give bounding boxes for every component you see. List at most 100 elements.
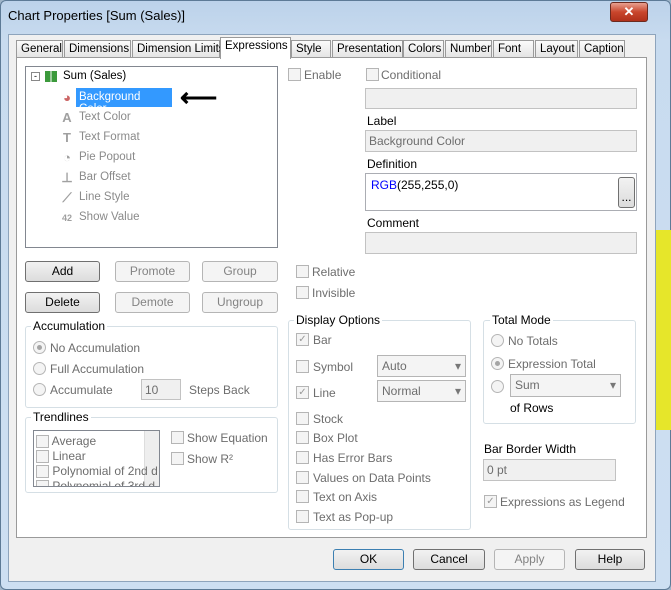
definition-caption: Definition	[367, 157, 418, 171]
stock-checkbox[interactable]	[296, 412, 309, 425]
tab-style[interactable]: Style	[291, 40, 331, 58]
no-totals-label: No Totals	[508, 334, 558, 348]
label-input[interactable]: Background Color	[365, 130, 637, 152]
invisible-checkbox[interactable]	[296, 286, 309, 299]
text-color-icon: A	[62, 110, 72, 125]
relative-checkbox[interactable]	[296, 265, 309, 278]
background-chart-strip	[655, 230, 671, 430]
show-r2-checkbox[interactable]	[171, 452, 184, 465]
tab-general[interactable]: General	[16, 40, 63, 58]
expressions-as-legend-checkbox[interactable]: ✓	[484, 495, 497, 508]
accumulate-radio[interactable]	[33, 383, 46, 396]
tree-item-line-style[interactable]: Line Style	[79, 191, 130, 203]
tab-number[interactable]: Number	[445, 40, 492, 58]
tree-item-background-color[interactable]: Background Color	[76, 88, 172, 115]
demote-button[interactable]: Demote	[115, 292, 190, 313]
total-mode-group	[483, 320, 636, 424]
linear-checkbox[interactable]	[36, 450, 49, 464]
line-style-select[interactable]: Normal	[377, 380, 466, 402]
delete-button[interactable]: Delete	[25, 292, 100, 313]
help-button[interactable]: Help	[575, 549, 645, 570]
trendline-poly2: Polynomial of 2nd d	[52, 464, 158, 478]
text-as-popup-label: Text as Pop-up	[313, 510, 394, 524]
bar-offset-icon: ⊥	[61, 170, 73, 185]
conditional-checkbox[interactable]	[366, 68, 379, 81]
no-accumulation-radio[interactable]	[33, 341, 46, 354]
tree-item-bar-offset[interactable]: Bar Offset	[79, 171, 131, 183]
ungroup-button[interactable]: Ungroup	[202, 292, 278, 313]
tab-caption[interactable]: Caption	[579, 40, 625, 58]
text-on-axis-checkbox[interactable]	[296, 490, 309, 503]
tree-item-text-color[interactable]: Text Color	[79, 111, 131, 123]
tab-font[interactable]: Font	[493, 40, 534, 58]
symbol-select[interactable]: Auto	[377, 355, 466, 377]
comment-input[interactable]	[365, 232, 637, 254]
enable-label: Enable	[304, 68, 342, 82]
stock-label: Stock	[313, 412, 344, 426]
box-plot-checkbox[interactable]	[296, 431, 309, 444]
poly3-checkbox[interactable]	[36, 480, 49, 486]
show-r2-label: Show R²	[187, 452, 234, 466]
cancel-button[interactable]: Cancel	[413, 549, 485, 570]
show-value-icon: 42	[61, 213, 72, 223]
error-bars-checkbox[interactable]	[296, 451, 309, 464]
group-button[interactable]: Group	[202, 261, 278, 282]
bar-checkbox[interactable]: ✓	[296, 333, 309, 346]
conditional-label: Conditional	[381, 68, 442, 82]
of-rows-label: of Rows	[510, 401, 554, 415]
accumulate-label: Accumulate	[50, 383, 113, 397]
box-plot-label: Box Plot	[313, 431, 358, 445]
relative-label: Relative	[312, 265, 356, 279]
show-equation-label: Show Equation	[187, 431, 268, 445]
tree-item-show-value[interactable]: Show Value	[79, 211, 140, 223]
steps-back-label: Steps Back	[189, 383, 250, 397]
bar-border-width-caption: Bar Border Width	[484, 442, 577, 456]
tree-item-text-format[interactable]: Text Format	[79, 131, 140, 143]
enable-checkbox[interactable]	[288, 68, 301, 81]
steps-back-spinner[interactable]: 10	[141, 379, 181, 400]
line-style-icon: ⟋	[62, 190, 72, 205]
average-checkbox[interactable]	[36, 435, 49, 449]
bar-label: Bar	[313, 333, 332, 347]
tree-root[interactable]: Sum (Sales)	[63, 70, 126, 82]
show-equation-checkbox[interactable]	[171, 431, 184, 444]
text-format-icon: T	[63, 130, 71, 145]
tab-dimension-limits[interactable]: Dimension Limits	[132, 40, 225, 58]
ok-button[interactable]: OK	[333, 549, 404, 570]
close-button[interactable]: ✕	[610, 2, 648, 22]
poly2-checkbox[interactable]	[36, 465, 49, 479]
no-totals-radio[interactable]	[491, 334, 504, 347]
symbol-checkbox[interactable]	[296, 360, 309, 373]
total-function-select[interactable]: Sum	[510, 374, 621, 397]
trendlines-list[interactable]: Average Linear Polynomial of 2nd d Polyn…	[33, 430, 160, 487]
expression-total-radio[interactable]	[491, 357, 504, 370]
collapse-icon[interactable]: -	[31, 72, 40, 81]
tree-item-pie-popout[interactable]: Pie Popout	[79, 151, 135, 163]
values-on-data-points-label: Values on Data Points	[313, 471, 431, 485]
chart-expression-icon	[45, 71, 57, 82]
full-accumulation-radio[interactable]	[33, 362, 46, 375]
apply-button[interactable]: Apply	[494, 549, 565, 570]
condition-input[interactable]	[365, 88, 637, 109]
pie-icon: ◔	[63, 150, 71, 165]
tab-colors[interactable]: Colors	[403, 40, 444, 58]
edit-expression-button[interactable]: ...	[618, 177, 635, 208]
text-on-axis-label: Text on Axis	[313, 490, 378, 504]
tab-expressions[interactable]: Expressions	[220, 37, 291, 59]
tab-layout[interactable]: Layout	[535, 40, 578, 58]
add-button[interactable]: Add	[25, 261, 100, 282]
promote-button[interactable]: Promote	[115, 261, 190, 282]
arrow-annotation-icon: ⟵	[180, 82, 218, 112]
line-checkbox[interactable]: ✓	[296, 386, 309, 399]
line-label: Line	[313, 386, 336, 400]
tab-presentation[interactable]: Presentation	[332, 40, 403, 58]
tab-dimensions[interactable]: Dimensions	[64, 40, 131, 58]
bar-border-width-input[interactable]: 0 pt	[483, 459, 616, 481]
aggregate-rows-radio[interactable]	[491, 380, 504, 393]
display-options-title: Display Options	[294, 313, 383, 327]
full-accumulation-label: Full Accumulation	[50, 362, 145, 376]
trendline-poly3: Polynomial of 3rd d	[52, 479, 156, 487]
values-on-data-points-checkbox[interactable]	[296, 471, 309, 484]
no-accumulation-label: No Accumulation	[50, 341, 141, 355]
text-as-popup-checkbox[interactable]	[296, 510, 309, 523]
